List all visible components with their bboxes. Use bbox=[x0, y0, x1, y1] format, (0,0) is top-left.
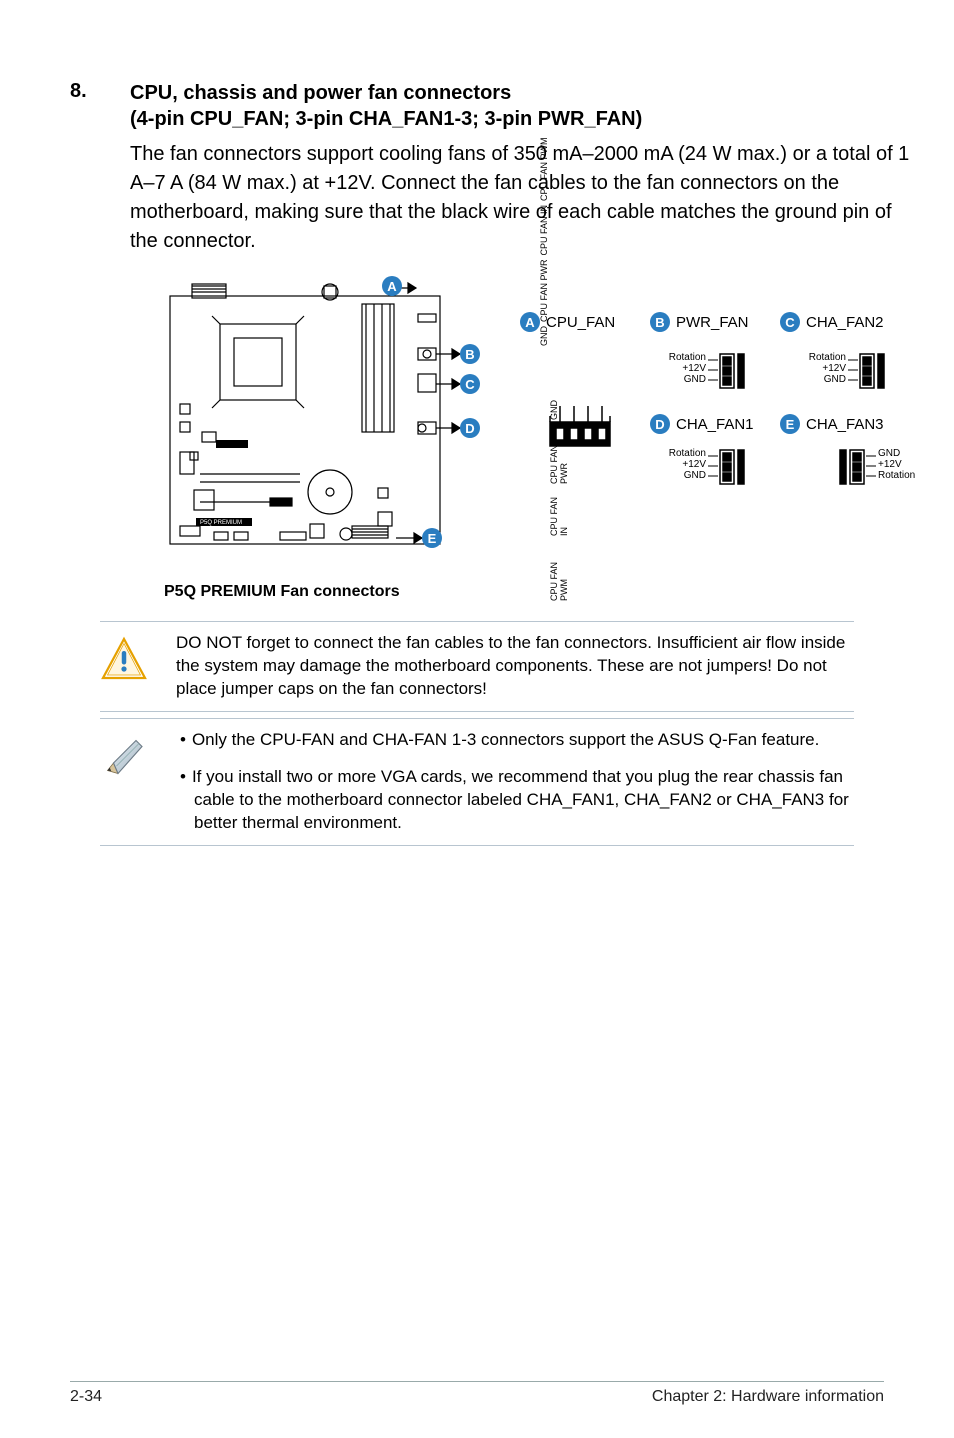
pwr-fan-rotation: Rotation bbox=[662, 352, 706, 363]
note-item-2: If you install two or more VGA cards, we… bbox=[194, 766, 854, 835]
section-number: 8. bbox=[70, 80, 130, 103]
section-title-line2: (4-pin CPU_FAN; 3-pin CHA_FAN1-3; 3-pin … bbox=[130, 108, 642, 130]
cha-fan1-connector bbox=[720, 450, 744, 484]
note-text: Only the CPU-FAN and CHA-FAN 1-3 connect… bbox=[176, 729, 854, 835]
label-cha-fan2: CHA_FAN2 bbox=[806, 314, 884, 331]
board-label: P5Q PREMIUM bbox=[200, 520, 242, 526]
note-item-1: Only the CPU-FAN and CHA-FAN 1-3 connect… bbox=[194, 729, 854, 752]
diagram-badge-b-board: B bbox=[460, 344, 480, 364]
cpu-fan-pin-in: CPU FAN IN bbox=[540, 205, 550, 256]
label-pwr-fan: PWR_FAN bbox=[676, 314, 749, 331]
fan-connector-diagram: P5Q PREMIUM bbox=[160, 274, 920, 601]
diagram-badge-a: A bbox=[520, 312, 540, 332]
cpu-fan-pin-pwm: CPU FAN PWM bbox=[540, 137, 550, 201]
cha-fan2-12v: +12V bbox=[802, 363, 846, 374]
section-body: CPU, chassis and power fan connectors (4… bbox=[130, 80, 920, 601]
cha-fan3-gnd: GND bbox=[878, 448, 915, 459]
diagram-badge-e-board: E bbox=[422, 528, 442, 548]
diagram-caption: P5Q PREMIUM Fan connectors bbox=[164, 583, 920, 601]
note-callout: Only the CPU-FAN and CHA-FAN 1-3 connect… bbox=[100, 718, 854, 846]
warning-callout: DO NOT forget to connect the fan cables … bbox=[100, 621, 854, 712]
cha-fan1-12v: +12V bbox=[662, 459, 706, 470]
pwr-fan-12v: +12V bbox=[662, 363, 706, 374]
cha-fan2-connector bbox=[860, 354, 884, 388]
section-title-line1: CPU, chassis and power fan connectors bbox=[130, 82, 511, 104]
cha-fan3-rotation: Rotation bbox=[878, 470, 915, 481]
cha-fan3-12v: +12V bbox=[878, 459, 915, 470]
footer-page: 2-34 bbox=[70, 1388, 102, 1406]
page-footer: 2-34 Chapter 2: Hardware information bbox=[70, 1381, 884, 1406]
cha-fan1-rotation: Rotation bbox=[662, 448, 706, 459]
cpu-fan-pin-pwr: CPU FAN PWR bbox=[540, 259, 550, 322]
label-cha-fan3: CHA_FAN3 bbox=[806, 416, 884, 433]
section-title: CPU, chassis and power fan connectors (4… bbox=[130, 80, 920, 132]
pwr-fan-connector bbox=[720, 354, 744, 388]
section-paragraph: The fan connectors support cooling fans … bbox=[130, 140, 920, 256]
diagram-badge-a-board: A bbox=[382, 276, 402, 296]
cpu-fan-pin-gnd: GND bbox=[540, 326, 550, 346]
diagram-badge-c: C bbox=[780, 312, 800, 332]
footer-chapter: Chapter 2: Hardware information bbox=[652, 1388, 884, 1406]
pwr-fan-gnd: GND bbox=[662, 374, 706, 385]
diagram-badge-d: D bbox=[650, 414, 670, 434]
warning-text: DO NOT forget to connect the fan cables … bbox=[176, 632, 854, 701]
diagram-badge-d-board: D bbox=[460, 418, 480, 438]
cha-fan2-rotation: Rotation bbox=[802, 352, 846, 363]
section-block: 8. CPU, chassis and power fan connectors… bbox=[70, 80, 884, 601]
pencil-icon bbox=[100, 729, 154, 786]
cha-fan1-gnd: GND bbox=[662, 470, 706, 481]
note-list: Only the CPU-FAN and CHA-FAN 1-3 connect… bbox=[176, 729, 854, 835]
page: 8. CPU, chassis and power fan connectors… bbox=[0, 0, 954, 1438]
diagram-badge-b: B bbox=[650, 312, 670, 332]
label-cha-fan1: CHA_FAN1 bbox=[676, 416, 754, 433]
warning-icon bbox=[100, 632, 154, 689]
cha-fan3-connector bbox=[840, 450, 864, 484]
label-cpu-fan: CPU_FAN bbox=[546, 314, 615, 331]
cha-fan2-gnd: GND bbox=[802, 374, 846, 385]
diagram-badge-c-board: C bbox=[460, 374, 480, 394]
diagram-badge-e: E bbox=[780, 414, 800, 434]
